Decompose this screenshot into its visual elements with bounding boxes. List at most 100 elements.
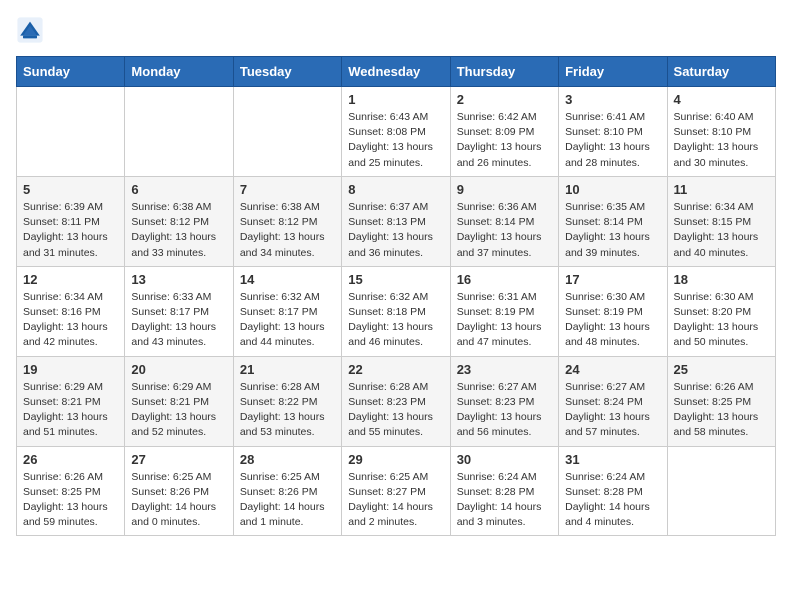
calendar-cell: 17 Sunrise: 6:30 AM Sunset: 8:19 PM Dayli… bbox=[559, 266, 667, 356]
day-number: 4 bbox=[674, 92, 769, 107]
calendar-cell: 19 Sunrise: 6:29 AM Sunset: 8:21 PM Dayli… bbox=[17, 356, 125, 446]
calendar-cell: 8 Sunrise: 6:37 AM Sunset: 8:13 PM Daylig… bbox=[342, 176, 450, 266]
calendar-cell: 27Sunrise: 6:25 AM Sunset: 8:26 PM Dayli… bbox=[125, 446, 233, 536]
day-info: Sunrise: 6:42 AM Sunset: 8:09 PM Dayligh… bbox=[457, 110, 552, 171]
calendar-cell: 21 Sunrise: 6:28 AM Sunset: 8:22 PM Dayli… bbox=[233, 356, 341, 446]
calendar-cell: 22 Sunrise: 6:28 AM Sunset: 8:23 PM Dayli… bbox=[342, 356, 450, 446]
day-number: 15 bbox=[348, 272, 443, 287]
calendar-cell bbox=[17, 87, 125, 177]
day-info: Sunrise: 6:36 AM Sunset: 8:14 PM Dayligh… bbox=[457, 200, 552, 261]
day-number: 8 bbox=[348, 182, 443, 197]
day-info: Sunrise: 6:38 AM Sunset: 8:12 PM Dayligh… bbox=[131, 200, 226, 261]
calendar-cell: 15 Sunrise: 6:32 AM Sunset: 8:18 PM Dayli… bbox=[342, 266, 450, 356]
day-number: 30 bbox=[457, 452, 552, 467]
day-number: 14 bbox=[240, 272, 335, 287]
calendar-cell: 23Sunrise: 6:27 AM Sunset: 8:23 PM Dayli… bbox=[450, 356, 558, 446]
calendar-cell: 3Sunrise: 6:41 AM Sunset: 8:10 PM Daylig… bbox=[559, 87, 667, 177]
calendar-table: SundayMondayTuesdayWednesdayThursdayFrid… bbox=[16, 56, 776, 536]
day-number: 1 bbox=[348, 92, 443, 107]
day-info: Sunrise: 6:33 AM Sunset: 8:17 PM Dayligh… bbox=[131, 290, 226, 351]
calendar-cell: 26 Sunrise: 6:26 AM Sunset: 8:25 PM Dayli… bbox=[17, 446, 125, 536]
day-info: Sunrise: 6:28 AM Sunset: 8:23 PM Dayligh… bbox=[348, 380, 443, 441]
column-header-saturday: Saturday bbox=[667, 57, 775, 87]
day-info: Sunrise: 6:32 AM Sunset: 8:17 PM Dayligh… bbox=[240, 290, 335, 351]
logo-icon bbox=[16, 16, 44, 44]
column-header-monday: Monday bbox=[125, 57, 233, 87]
day-info: Sunrise: 6:27 AM Sunset: 8:23 PM Dayligh… bbox=[457, 380, 552, 441]
day-info: Sunrise: 6:24 AM Sunset: 8:28 PM Dayligh… bbox=[565, 470, 660, 531]
calendar-row: 5Sunrise: 6:39 AM Sunset: 8:11 PM Daylig… bbox=[17, 176, 776, 266]
day-number: 2 bbox=[457, 92, 552, 107]
calendar-cell: 16Sunrise: 6:31 AM Sunset: 8:19 PM Dayli… bbox=[450, 266, 558, 356]
calendar-cell: 4 Sunrise: 6:40 AM Sunset: 8:10 PM Daylig… bbox=[667, 87, 775, 177]
calendar-cell: 13 Sunrise: 6:33 AM Sunset: 8:17 PM Dayli… bbox=[125, 266, 233, 356]
column-header-thursday: Thursday bbox=[450, 57, 558, 87]
calendar-cell: 31Sunrise: 6:24 AM Sunset: 8:28 PM Dayli… bbox=[559, 446, 667, 536]
calendar-cell: 10Sunrise: 6:35 AM Sunset: 8:14 PM Dayli… bbox=[559, 176, 667, 266]
calendar-cell: 6 Sunrise: 6:38 AM Sunset: 8:12 PM Daylig… bbox=[125, 176, 233, 266]
day-info: Sunrise: 6:26 AM Sunset: 8:25 PM Dayligh… bbox=[23, 470, 118, 531]
day-info: Sunrise: 6:38 AM Sunset: 8:12 PM Dayligh… bbox=[240, 200, 335, 261]
day-number: 25 bbox=[674, 362, 769, 377]
day-info: Sunrise: 6:34 AM Sunset: 8:16 PM Dayligh… bbox=[23, 290, 118, 351]
day-number: 6 bbox=[131, 182, 226, 197]
day-info: Sunrise: 6:27 AM Sunset: 8:24 PM Dayligh… bbox=[565, 380, 660, 441]
day-info: Sunrise: 6:29 AM Sunset: 8:21 PM Dayligh… bbox=[131, 380, 226, 441]
day-number: 27 bbox=[131, 452, 226, 467]
day-number: 17 bbox=[565, 272, 660, 287]
day-info: Sunrise: 6:26 AM Sunset: 8:25 PM Dayligh… bbox=[674, 380, 769, 441]
column-header-friday: Friday bbox=[559, 57, 667, 87]
day-number: 20 bbox=[131, 362, 226, 377]
calendar-cell bbox=[233, 87, 341, 177]
logo bbox=[16, 16, 48, 44]
calendar-cell: 24Sunrise: 6:27 AM Sunset: 8:24 PM Dayli… bbox=[559, 356, 667, 446]
calendar-cell bbox=[125, 87, 233, 177]
day-info: Sunrise: 6:40 AM Sunset: 8:10 PM Dayligh… bbox=[674, 110, 769, 171]
day-number: 9 bbox=[457, 182, 552, 197]
calendar-cell: 29 Sunrise: 6:25 AM Sunset: 8:27 PM Dayli… bbox=[342, 446, 450, 536]
day-info: Sunrise: 6:25 AM Sunset: 8:26 PM Dayligh… bbox=[240, 470, 335, 531]
calendar-cell: 20 Sunrise: 6:29 AM Sunset: 8:21 PM Dayli… bbox=[125, 356, 233, 446]
day-number: 12 bbox=[23, 272, 118, 287]
calendar-cell: 7 Sunrise: 6:38 AM Sunset: 8:12 PM Daylig… bbox=[233, 176, 341, 266]
calendar-row: 1 Sunrise: 6:43 AM Sunset: 8:08 PM Daylig… bbox=[17, 87, 776, 177]
calendar-cell: 14 Sunrise: 6:32 AM Sunset: 8:17 PM Dayli… bbox=[233, 266, 341, 356]
calendar-row: 19 Sunrise: 6:29 AM Sunset: 8:21 PM Dayli… bbox=[17, 356, 776, 446]
day-number: 26 bbox=[23, 452, 118, 467]
column-header-tuesday: Tuesday bbox=[233, 57, 341, 87]
calendar-row: 12 Sunrise: 6:34 AM Sunset: 8:16 PM Dayli… bbox=[17, 266, 776, 356]
day-info: Sunrise: 6:29 AM Sunset: 8:21 PM Dayligh… bbox=[23, 380, 118, 441]
day-info: Sunrise: 6:32 AM Sunset: 8:18 PM Dayligh… bbox=[348, 290, 443, 351]
calendar-cell: 30 Sunrise: 6:24 AM Sunset: 8:28 PM Dayli… bbox=[450, 446, 558, 536]
calendar-cell: 5Sunrise: 6:39 AM Sunset: 8:11 PM Daylig… bbox=[17, 176, 125, 266]
calendar-cell: 9 Sunrise: 6:36 AM Sunset: 8:14 PM Daylig… bbox=[450, 176, 558, 266]
calendar-cell: 12 Sunrise: 6:34 AM Sunset: 8:16 PM Dayli… bbox=[17, 266, 125, 356]
day-number: 10 bbox=[565, 182, 660, 197]
column-header-sunday: Sunday bbox=[17, 57, 125, 87]
day-number: 7 bbox=[240, 182, 335, 197]
day-info: Sunrise: 6:30 AM Sunset: 8:19 PM Dayligh… bbox=[565, 290, 660, 351]
day-info: Sunrise: 6:43 AM Sunset: 8:08 PM Dayligh… bbox=[348, 110, 443, 171]
day-info: Sunrise: 6:25 AM Sunset: 8:27 PM Dayligh… bbox=[348, 470, 443, 531]
day-info: Sunrise: 6:34 AM Sunset: 8:15 PM Dayligh… bbox=[674, 200, 769, 261]
day-number: 22 bbox=[348, 362, 443, 377]
calendar-cell: 18Sunrise: 6:30 AM Sunset: 8:20 PM Dayli… bbox=[667, 266, 775, 356]
day-number: 28 bbox=[240, 452, 335, 467]
day-number: 21 bbox=[240, 362, 335, 377]
calendar-cell: 1 Sunrise: 6:43 AM Sunset: 8:08 PM Daylig… bbox=[342, 87, 450, 177]
calendar-header-row: SundayMondayTuesdayWednesdayThursdayFrid… bbox=[17, 57, 776, 87]
day-info: Sunrise: 6:31 AM Sunset: 8:19 PM Dayligh… bbox=[457, 290, 552, 351]
calendar-cell bbox=[667, 446, 775, 536]
calendar-cell: 28 Sunrise: 6:25 AM Sunset: 8:26 PM Dayli… bbox=[233, 446, 341, 536]
calendar-cell: 25 Sunrise: 6:26 AM Sunset: 8:25 PM Dayli… bbox=[667, 356, 775, 446]
calendar-row: 26 Sunrise: 6:26 AM Sunset: 8:25 PM Dayli… bbox=[17, 446, 776, 536]
day-info: Sunrise: 6:28 AM Sunset: 8:22 PM Dayligh… bbox=[240, 380, 335, 441]
day-number: 29 bbox=[348, 452, 443, 467]
day-number: 11 bbox=[674, 182, 769, 197]
day-info: Sunrise: 6:30 AM Sunset: 8:20 PM Dayligh… bbox=[674, 290, 769, 351]
day-info: Sunrise: 6:41 AM Sunset: 8:10 PM Dayligh… bbox=[565, 110, 660, 171]
day-info: Sunrise: 6:24 AM Sunset: 8:28 PM Dayligh… bbox=[457, 470, 552, 531]
day-info: Sunrise: 6:37 AM Sunset: 8:13 PM Dayligh… bbox=[348, 200, 443, 261]
day-number: 19 bbox=[23, 362, 118, 377]
day-number: 13 bbox=[131, 272, 226, 287]
